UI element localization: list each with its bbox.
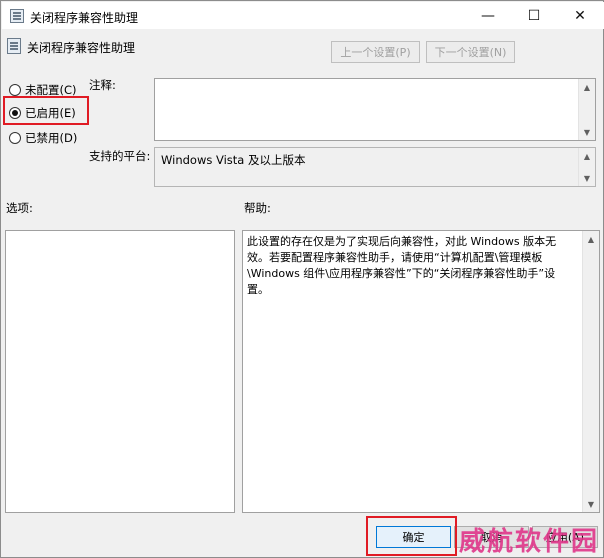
help-scrollbar[interactable]: ▲ ▼ [582,231,599,512]
help-text: 此设置的存在仅是为了实现后向兼容性，对此 Windows 版本无效。若要配置程序… [247,235,557,296]
setting-title: 关闭程序兼容性助理 [27,41,136,55]
next-setting-button[interactable]: 下一个设置(N) [426,41,515,63]
setting-icon [7,38,21,54]
options-label: 选项: [6,201,33,215]
close-button[interactable]: ✕ [557,3,603,29]
options-panel [5,230,235,513]
highlight-ok-box [366,516,457,556]
scroll-down-icon[interactable]: ▼ [579,170,595,186]
policy-dialog: 关闭程序兼容性助理 — ☐ ✕ 关闭程序兼容性助理 上一个设置(P) 下一个设置… [0,0,604,558]
comment-textarea[interactable]: ▲ ▼ [154,78,596,141]
platform-value: Windows Vista 及以上版本 [161,153,306,167]
watermark: 威航软件园 [459,527,600,557]
scroll-up-icon[interactable]: ▲ [583,231,599,247]
radio-circle[interactable] [9,132,21,144]
platform-label: 支持的平台: [89,149,151,163]
minimize-button[interactable]: — [465,3,511,29]
previous-setting-button[interactable]: 上一个设置(P) [331,41,420,63]
scroll-down-icon[interactable]: ▼ [583,496,599,512]
radio-disabled[interactable]: 已禁用(D) [9,130,77,146]
maximize-button[interactable]: ☐ [511,3,557,29]
platform-field: Windows Vista 及以上版本 ▲ ▼ [154,147,596,187]
help-label: 帮助: [244,201,271,215]
comment-scrollbar[interactable]: ▲ ▼ [578,79,595,140]
window-title: 关闭程序兼容性助理 [30,11,139,25]
help-panel: 此设置的存在仅是为了实现后向兼容性，对此 Windows 版本无效。若要配置程序… [242,230,600,513]
comment-label: 注释: [89,78,116,92]
scroll-up-icon[interactable]: ▲ [579,148,595,164]
radio-label: 已禁用(D) [25,131,78,145]
policy-icon [10,9,24,23]
platform-scrollbar[interactable]: ▲ ▼ [578,148,595,186]
highlight-enabled-box [3,96,89,125]
title-bar[interactable]: 关闭程序兼容性助理 — ☐ ✕ [2,2,604,29]
scroll-up-icon[interactable]: ▲ [579,79,595,95]
scroll-down-icon[interactable]: ▼ [579,124,595,140]
radio-circle[interactable] [9,84,21,96]
